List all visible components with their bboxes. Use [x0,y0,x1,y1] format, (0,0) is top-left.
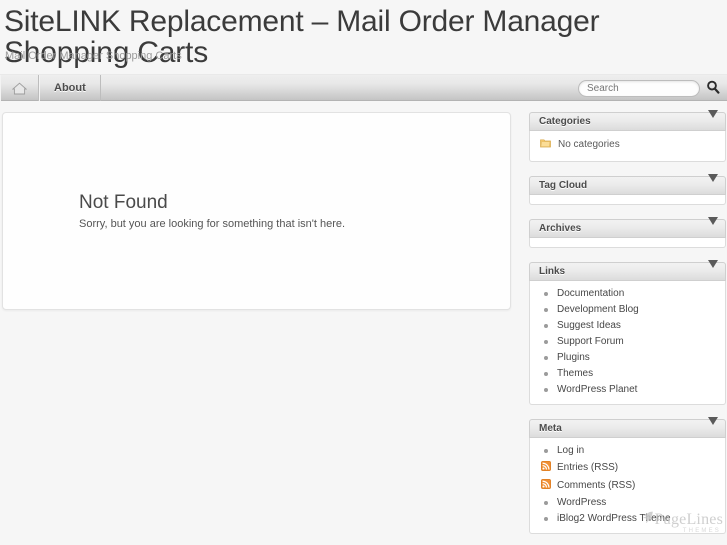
bullet-icon [544,340,548,344]
list-item[interactable]: Log in [530,443,725,459]
widget-categories-body: No categories [529,131,726,162]
categories-empty-label: No categories [558,139,620,150]
list-item[interactable]: Development Blog [530,302,725,318]
widget-archives-header[interactable]: Archives [529,217,726,238]
bullet-icon [544,308,548,312]
list-item[interactable]: WordPress Planet [530,382,725,398]
widget-archives: Archives [529,217,726,248]
folder-icon [540,138,551,151]
nav-item-list: About [0,75,101,101]
bullet-icon [544,388,548,392]
widget-tag-cloud-body [529,195,726,205]
link-themes[interactable]: Themes [557,368,593,380]
link-comments-rss[interactable]: Comments (RSS) [557,480,635,492]
main-content-panel: Not Found Sorry, but you are looking for… [2,112,511,310]
search-button[interactable] [704,79,722,98]
rss-icon [541,479,551,493]
link-plugins[interactable]: Plugins [557,352,590,364]
chevron-down-icon[interactable] [708,110,719,129]
list-item[interactable]: Documentation [530,286,725,302]
list-item[interactable]: Support Forum [530,334,725,350]
list-item[interactable]: WordPress [530,495,725,511]
chevron-down-icon[interactable] [708,174,719,193]
link-entries-rss[interactable]: Entries (RSS) [557,462,618,474]
links-list: Documentation Development Blog Suggest I… [530,286,725,398]
widget-links: Links Documentation Development Blog Sug… [529,260,726,405]
chevron-down-icon[interactable] [708,417,719,436]
main-navbar: About [0,74,727,101]
link-wordpress[interactable]: WordPress [557,497,606,509]
not-found-message: Sorry, but you are looking for something… [79,218,346,230]
search-form [578,79,722,98]
widget-categories-header[interactable]: Categories [529,110,726,131]
list-item[interactable]: Entries (RSS) [530,459,725,477]
widget-archives-title: Archives [539,223,582,234]
rss-icon [541,461,551,475]
not-found-heading: Not Found [79,192,168,213]
list-item[interactable]: Themes [530,366,725,382]
widget-links-body: Documentation Development Blog Suggest I… [529,281,726,405]
link-wordpress-planet[interactable]: WordPress Planet [557,384,637,396]
bullet-icon [544,372,548,376]
widget-meta-title: Meta [539,423,562,434]
nav-item-home[interactable] [0,75,39,101]
widget-tag-cloud-header[interactable]: Tag Cloud [529,174,726,195]
link-support-forum[interactable]: Support Forum [557,336,624,348]
pagelines-logo-name: PageLines [654,510,723,528]
search-icon [706,80,720,97]
bullet-icon [544,501,548,505]
widget-tag-cloud-title: Tag Cloud [539,180,588,191]
nav-item-about-label: About [54,82,86,94]
widget-links-title: Links [539,266,566,277]
page-root: SiteLINK Replacement – Mail Order Manage… [0,0,727,545]
bullet-icon [544,517,548,521]
widget-categories: Categories No categories [529,110,726,162]
search-input[interactable] [578,80,700,97]
widget-categories-title: Categories [539,116,591,127]
leaf-icon [643,510,655,529]
list-item[interactable]: Plugins [530,350,725,366]
widget-meta-header[interactable]: Meta [529,417,726,438]
link-suggest-ideas[interactable]: Suggest Ideas [557,320,621,332]
bullet-icon [544,292,548,296]
widget-archives-body [529,238,726,248]
home-icon [12,82,27,95]
nav-item-about[interactable]: About [39,75,101,101]
list-item: No categories [530,136,725,153]
list-item[interactable]: Suggest Ideas [530,318,725,334]
widget-tag-cloud: Tag Cloud [529,174,726,205]
pagelines-logo-sub: THEMES [682,528,721,534]
link-documentation[interactable]: Documentation [557,288,624,300]
bullet-icon [544,356,548,360]
list-item[interactable]: Comments (RSS) [530,477,725,495]
bullet-icon [544,324,548,328]
chevron-down-icon[interactable] [708,217,719,236]
site-header: SiteLINK Replacement – Mail Order Manage… [0,0,727,74]
chevron-down-icon[interactable] [708,260,719,279]
pagelines-logo[interactable]: PageLines THEMES [643,510,723,534]
pagelines-logo-row: PageLines [643,510,723,529]
link-log-in[interactable]: Log in [557,445,584,457]
widget-links-header[interactable]: Links [529,260,726,281]
link-development-blog[interactable]: Development Blog [557,304,639,316]
site-tagline: Mail Order Manager Shopping Carts [5,50,182,62]
sidebar: Categories No categories Tag Cloud Archi… [529,110,726,545]
bullet-icon [544,449,548,453]
